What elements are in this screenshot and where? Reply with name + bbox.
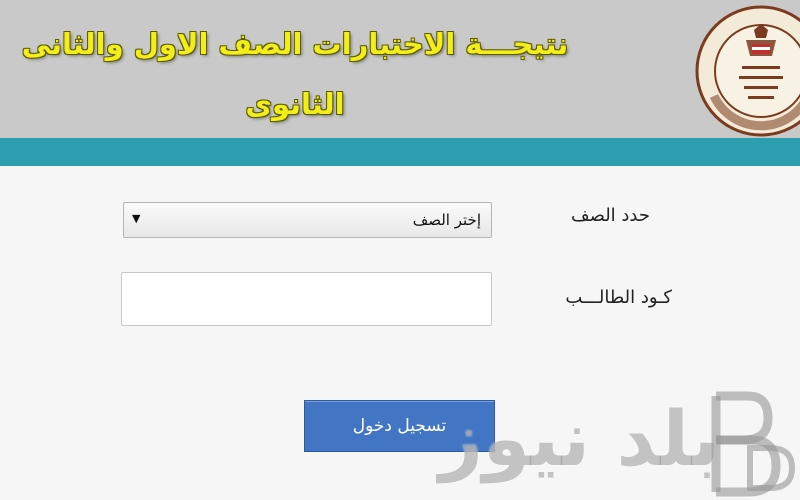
grade-label: حدد الصف — [570, 205, 650, 226]
student-code-label: كـود الطالـــب — [565, 287, 672, 308]
watermark-logo-icon — [711, 391, 796, 497]
grade-select-value: إختر الصف — [412, 211, 481, 229]
ministry-logo-icon — [695, 5, 800, 137]
student-code-input[interactable] — [121, 272, 492, 326]
accent-bar — [0, 138, 800, 166]
page-title: نتيجـــة الاختبارات الصف الاول والثانى ا… — [21, 27, 569, 121]
grade-select[interactable]: إختر الصف ▼ — [123, 202, 492, 238]
login-button[interactable]: تسجيل دخول — [304, 400, 495, 452]
dropdown-arrow-icon: ▼ — [132, 212, 141, 225]
